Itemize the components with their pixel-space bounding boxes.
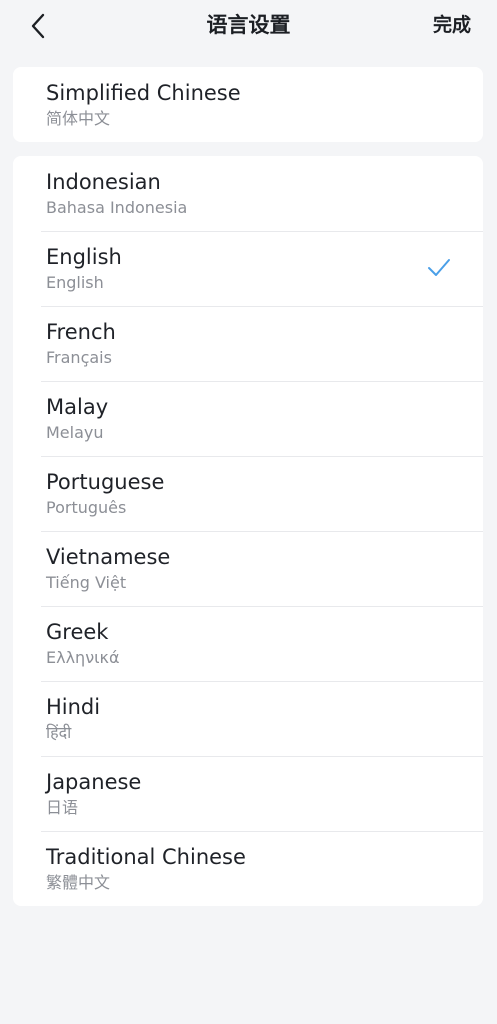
language-item-malay[interactable]: Malay Melayu	[13, 381, 483, 456]
language-native-name: 简体中文	[46, 109, 111, 128]
language-name: Greek	[46, 620, 109, 644]
language-name: English	[46, 245, 122, 269]
language-name: Hindi	[46, 695, 101, 719]
language-item-greek[interactable]: Greek Ελληνικά	[13, 606, 483, 681]
language-item-japanese[interactable]: Japanese 日语	[13, 756, 483, 831]
language-name: Indonesian	[46, 170, 161, 194]
language-item-indonesian[interactable]: Indonesian Bahasa Indonesia	[13, 156, 483, 231]
language-name: Portuguese	[46, 470, 165, 494]
navigation-bar: 语言设置 完成	[0, 0, 497, 54]
language-name: Malay	[46, 395, 109, 419]
language-item-portuguese[interactable]: Portuguese Português	[13, 456, 483, 531]
language-native-name: Ελληνικά	[46, 648, 120, 667]
page-title: 语言设置	[206, 13, 291, 37]
language-native-name: 日语	[46, 798, 79, 817]
language-native-name: हिंदी	[46, 723, 72, 742]
language-native-name: Bahasa Indonesia	[46, 198, 188, 217]
done-button[interactable]: 完成	[433, 10, 471, 40]
language-name: French	[46, 320, 116, 344]
current-language-card: Simplified Chinese 简体中文	[13, 67, 483, 142]
language-name: Vietnamese	[46, 545, 171, 569]
language-name: Japanese	[46, 770, 142, 794]
language-item-french[interactable]: French Français	[13, 306, 483, 381]
language-native-name: English	[46, 273, 104, 292]
language-name: Traditional Chinese	[46, 845, 246, 869]
language-item-english[interactable]: English English	[13, 231, 483, 306]
language-list: Indonesian Bahasa Indonesia English English…	[13, 156, 483, 906]
checkmark-icon	[427, 257, 451, 279]
language-native-name: 繁體中文	[46, 873, 111, 892]
language-item-traditional-chinese[interactable]: Traditional Chinese 繁體中文	[13, 831, 483, 906]
language-native-name: Tiếng Việt	[46, 573, 127, 592]
language-native-name: Português	[46, 498, 127, 517]
language-item-hindi[interactable]: Hindi हिंदी	[13, 681, 483, 756]
language-native-name: Melayu	[46, 423, 104, 442]
language-name: Simplified Chinese	[46, 81, 241, 105]
language-native-name: Français	[46, 348, 112, 367]
current-language-item[interactable]: Simplified Chinese 简体中文	[13, 67, 483, 142]
language-item-vietnamese[interactable]: Vietnamese Tiếng Việt	[13, 531, 483, 606]
